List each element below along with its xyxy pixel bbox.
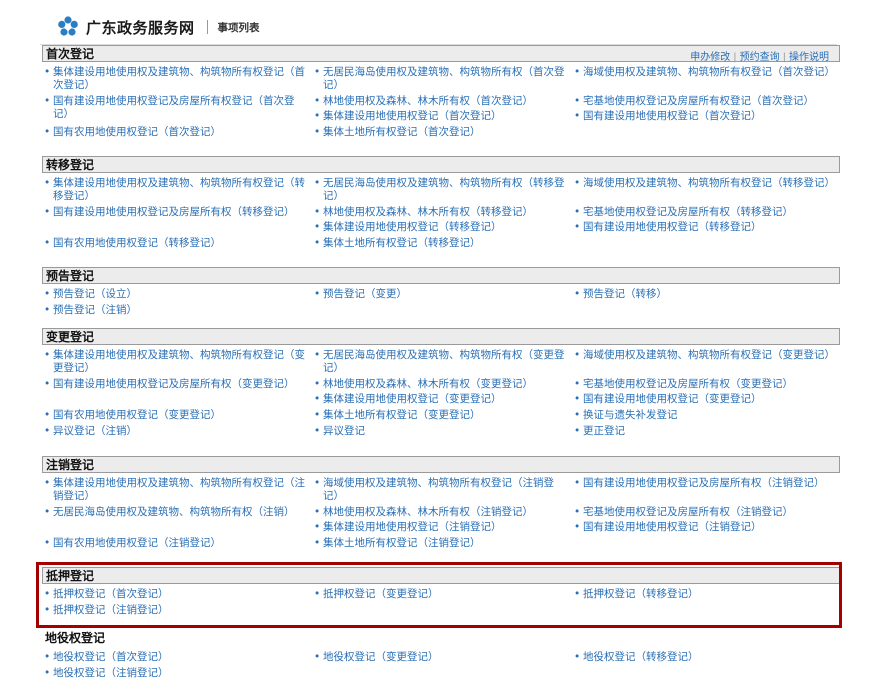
list-item[interactable]: 集体建设用地使用权及建筑物、构筑物所有权登记（变更登记）	[43, 349, 305, 375]
list-item[interactable]: 地役权登记（首次登记）	[43, 651, 305, 664]
list-item[interactable]: 国有建设用地使用权登记（首次登记）	[573, 110, 835, 123]
list-item[interactable]: 林地使用权及森林、林木所有权（首次登记）	[313, 95, 569, 108]
section-header: 预告登记	[42, 267, 840, 284]
list-item[interactable]: 集体土地所有权登记（首次登记）	[313, 126, 569, 139]
link-divider: |	[733, 52, 737, 63]
list-item[interactable]: 地役权登记（转移登记）	[573, 651, 835, 664]
section-cancellation-registration: 注销登记 集体建设用地使用权及建筑物、构筑物所有权登记（注销登记） 海域使用权及…	[42, 456, 840, 550]
list-item[interactable]: 集体土地所有权登记（注销登记）	[313, 537, 569, 550]
list-item[interactable]: 无居民海岛使用权及建筑物、构筑物所有权（首次登记）	[313, 66, 569, 92]
list-item[interactable]: 无居民海岛使用权及建筑物、构筑物所有权（注销）	[43, 506, 305, 519]
list-item[interactable]: 林地使用权及森林、林木所有权（转移登记）	[313, 206, 569, 219]
section-title: 转移登记	[46, 158, 95, 172]
section-change-registration: 变更登记 集体建设用地使用权及建筑物、构筑物所有权登记（变更登记） 无居民海岛使…	[42, 328, 840, 438]
list-item[interactable]: 海域使用权及建筑物、构筑物所有权登记（注销登记）	[313, 477, 569, 503]
link-divider: |	[782, 52, 786, 63]
list-item[interactable]: 国有建设用地使用权登记（变更登记）	[573, 393, 835, 406]
section-first-registration: 首次登记 申办修改|预约查询|操作说明 集体建设用地使用权及建筑物、构筑物所有权…	[42, 45, 840, 139]
list-item[interactable]: 集体建设用地使用权登记（变更登记）	[313, 393, 569, 406]
header-links: 申办修改 | 预约查询 | 操作说明	[690, 48, 829, 63]
list-item[interactable]: 林地使用权及森林、林木所有权（注销登记）	[313, 506, 569, 519]
list-item[interactable]: 海域使用权及建筑物、构筑物所有权登记（变更登记）	[573, 349, 835, 362]
list-item[interactable]: 集体建设用地使用权登记（首次登记）	[313, 110, 569, 123]
list-item[interactable]: 无居民海岛使用权及建筑物、构筑物所有权（转移登记）	[313, 177, 569, 203]
list-item[interactable]: 预告登记（转移）	[573, 288, 835, 301]
section-easement-registration: 地役权登记 地役权登记（首次登记） 地役权登记（变更登记） 地役权登记（转移登记…	[42, 630, 840, 680]
section-mortgage-registration: 抵押登记 抵押权登记（首次登记） 抵押权登记（变更登记） 抵押权登记（转移登记）…	[42, 567, 840, 617]
section-title: 预告登记	[46, 269, 95, 283]
modify-application-link[interactable]: 申办修改	[690, 52, 730, 63]
list-item[interactable]: 国有农用地使用权登记（变更登记）	[43, 409, 305, 422]
section-header: 注销登记	[42, 456, 840, 473]
guangdong-logo-icon	[58, 16, 78, 36]
list-item[interactable]: 国有建设用地使用权登记及房屋所有权（转移登记）	[43, 206, 305, 219]
list-item[interactable]: 宅基地使用权登记及房屋所有权（变更登记）	[573, 378, 835, 391]
section-title: 地役权登记	[45, 631, 106, 645]
list-item[interactable]: 抵押权登记（首次登记）	[43, 588, 305, 601]
list-item[interactable]: 抵押权登记（注销登记）	[43, 604, 305, 617]
list-item[interactable]: 预告登记（注销）	[43, 304, 305, 317]
list-item[interactable]: 异议登记	[313, 425, 569, 438]
list-item[interactable]: 预告登记（设立）	[43, 288, 305, 301]
list-item[interactable]: 地役权登记（注销登记）	[43, 667, 305, 680]
list-item[interactable]: 换证与遗失补发登记	[573, 409, 835, 422]
site-title[interactable]: 广东政务服务网	[86, 17, 195, 38]
section-header: 变更登记	[42, 328, 840, 345]
list-item[interactable]: 预告登记（变更）	[313, 288, 569, 301]
instructions-link[interactable]: 操作说明	[789, 52, 829, 63]
list-item[interactable]: 集体土地所有权登记（转移登记）	[313, 237, 569, 250]
header-divider	[206, 20, 208, 34]
list-item[interactable]: 国有建设用地使用权登记及房屋所有权登记（首次登记）	[43, 95, 305, 121]
list-item[interactable]: 国有建设用地使用权登记及房屋所有权（变更登记）	[43, 378, 305, 391]
list-item[interactable]: 集体土地所有权登记（变更登记）	[313, 409, 569, 422]
list-item[interactable]: 地役权登记（变更登记）	[313, 651, 569, 664]
list-item[interactable]: 集体建设用地使用权及建筑物、构筑物所有权登记（注销登记）	[43, 477, 305, 503]
list-item[interactable]: 宅基地使用权登记及房屋所有权（注销登记）	[573, 506, 835, 519]
list-item[interactable]: 国有农用地使用权登记（首次登记）	[43, 126, 305, 139]
list-item[interactable]: 国有建设用地使用权登记（注销登记）	[573, 521, 835, 534]
list-item[interactable]: 林地使用权及森林、林木所有权（变更登记）	[313, 378, 569, 391]
list-item[interactable]: 国有建设用地使用权登记（转移登记）	[573, 221, 835, 234]
site-header: 广东政务服务网 事项列表	[56, 14, 260, 40]
list-item[interactable]: 国有建设用地使用权登记及房屋所有权（注销登记）	[573, 477, 835, 490]
section-header: 转移登记	[42, 156, 840, 173]
section-header: 首次登记 申办修改 | 预约查询 | 操作说明	[42, 45, 840, 63]
page-subtitle: 事项列表	[217, 21, 260, 34]
list-item[interactable]: 宅基地使用权登记及房屋所有权登记（首次登记）	[573, 95, 835, 108]
list-item[interactable]: 国有农用地使用权登记（注销登记）	[43, 537, 305, 550]
section-advance-registration: 预告登记 预告登记（设立） 预告登记（变更） 预告登记（转移） 预告登记（注销）	[42, 267, 840, 317]
list-item[interactable]: 国有农用地使用权登记（转移登记）	[43, 237, 305, 250]
list-item[interactable]: 集体建设用地使用权登记（转移登记）	[313, 221, 569, 234]
list-item[interactable]: 异议登记（注销）	[43, 425, 305, 438]
list-item[interactable]: 抵押权登记（变更登记）	[313, 588, 569, 601]
list-item[interactable]: 集体建设用地使用权登记（注销登记）	[313, 521, 569, 534]
list-item[interactable]: 无居民海岛使用权及建筑物、构筑物所有权（变更登记）	[313, 349, 569, 375]
section-title: 注销登记	[46, 458, 95, 472]
section-header: 抵押登记	[42, 567, 840, 584]
list-item[interactable]: 集体建设用地使用权及建筑物、构筑物所有权登记（转移登记）	[43, 177, 305, 203]
section-title: 变更登记	[46, 330, 95, 344]
list-item[interactable]: 宅基地使用权登记及房屋所有权（转移登记）	[573, 206, 835, 219]
section-title: 首次登记	[46, 47, 95, 61]
list-item[interactable]: 海域使用权及建筑物、构筑物所有权登记（转移登记）	[573, 177, 835, 190]
list-item[interactable]: 海域使用权及建筑物、构筑物所有权登记（首次登记）	[573, 66, 835, 79]
list-item[interactable]: 更正登记	[573, 425, 835, 438]
appointment-query-link[interactable]: 预约查询	[740, 52, 780, 63]
section-title: 抵押登记	[46, 569, 95, 583]
section-transfer-registration: 转移登记 集体建设用地使用权及建筑物、构筑物所有权登记（转移登记） 无居民海岛使…	[42, 156, 840, 250]
section-header: 地役权登记	[42, 630, 840, 647]
list-item[interactable]: 抵押权登记（转移登记）	[573, 588, 835, 601]
list-item[interactable]: 集体建设用地使用权及建筑物、构筑物所有权登记（首次登记）	[43, 66, 305, 92]
